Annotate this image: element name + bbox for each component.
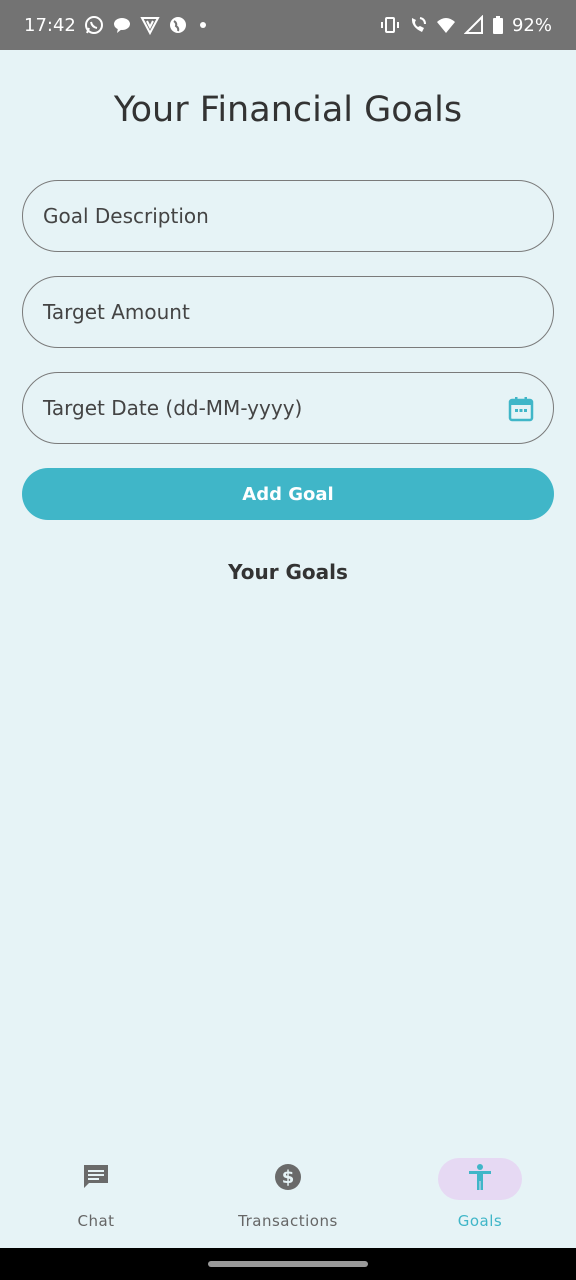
nav-label-transactions: Transactions xyxy=(238,1212,338,1230)
target-amount-placeholder: Target Amount xyxy=(43,300,190,324)
wifi-icon xyxy=(436,15,456,35)
dot-icon xyxy=(199,22,206,28)
page-title: Your Financial Goals xyxy=(113,90,463,130)
bottom-navigation: Chat $ Transactions Goals xyxy=(0,1140,576,1248)
home-gesture-handle[interactable] xyxy=(208,1261,368,1267)
nav-pill-transactions: $ xyxy=(246,1158,330,1200)
status-bar: 17:42 92% xyxy=(0,0,576,50)
status-bar-right: 92% xyxy=(380,15,552,36)
globe-icon xyxy=(168,15,188,35)
nav-item-chat[interactable]: Chat xyxy=(0,1140,192,1248)
dollar-icon: $ xyxy=(273,1162,303,1196)
calendar-icon[interactable] xyxy=(507,395,535,423)
nav-label-chat: Chat xyxy=(77,1212,115,1230)
chat-icon xyxy=(81,1162,111,1196)
target-date-input[interactable]: Target Date (dd-MM-yyyy) xyxy=(22,372,554,444)
nav-item-goals[interactable]: Goals xyxy=(384,1140,576,1248)
target-amount-input[interactable]: Target Amount xyxy=(22,276,554,348)
svg-text:$: $ xyxy=(282,1167,295,1188)
status-bar-left: 17:42 xyxy=(24,15,206,36)
goal-description-input[interactable]: Goal Description xyxy=(22,180,554,252)
goal-description-placeholder: Goal Description xyxy=(43,204,209,228)
nav-label-goals: Goals xyxy=(457,1212,503,1230)
system-navigation-bar xyxy=(0,1248,576,1280)
vibrate-icon xyxy=(380,15,400,35)
signal-icon xyxy=(463,15,484,35)
battery-icon xyxy=(492,15,504,35)
battery-percent: 92% xyxy=(511,14,552,36)
vpn-shield-icon xyxy=(140,15,160,35)
nav-pill-chat xyxy=(54,1158,138,1200)
accessibility-icon xyxy=(465,1162,495,1196)
whatsapp-icon xyxy=(84,15,104,35)
chat-bubble-icon xyxy=(112,15,132,35)
add-goal-button[interactable]: Add Goal xyxy=(22,468,554,520)
wifi-call-icon xyxy=(408,15,428,35)
status-time: 17:42 xyxy=(24,14,76,36)
nav-pill-goals xyxy=(438,1158,522,1200)
target-date-placeholder: Target Date (dd-MM-yyyy) xyxy=(43,396,303,420)
your-goals-heading: Your Goals xyxy=(228,560,348,584)
nav-item-transactions[interactable]: $ Transactions xyxy=(192,1140,384,1248)
